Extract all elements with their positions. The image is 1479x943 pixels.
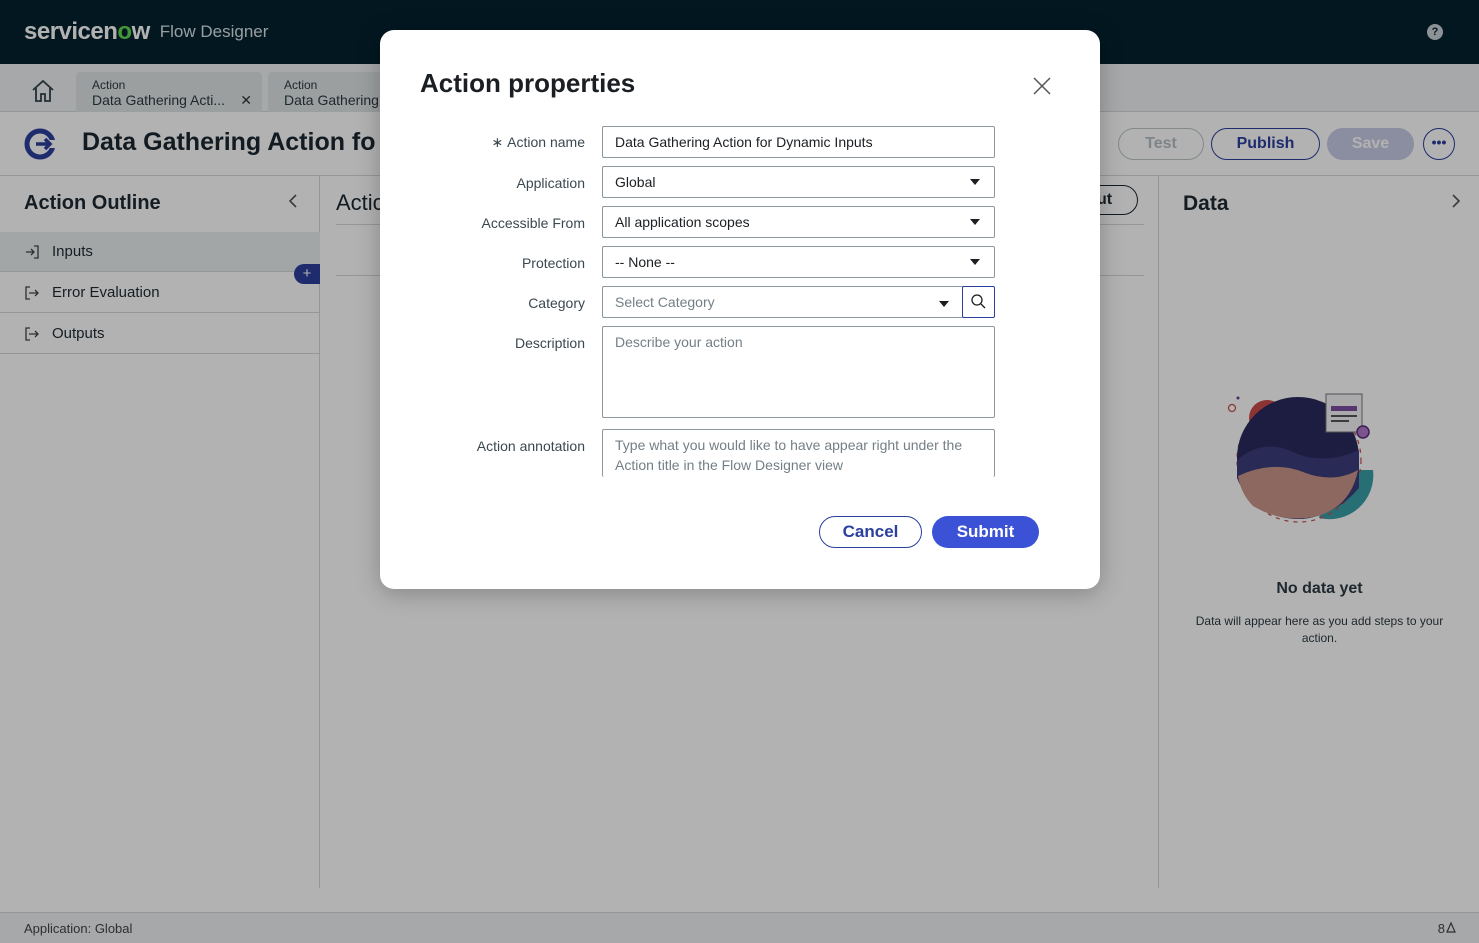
dialog-title: Action properties xyxy=(420,68,636,98)
annotation-label: Action annotation xyxy=(476,438,585,454)
protection-value: -- None -- xyxy=(615,254,675,270)
application-value: Global xyxy=(615,174,656,190)
chevron-down-icon xyxy=(970,219,980,225)
action-name-label-text: Action name xyxy=(507,134,585,150)
close-icon[interactable] xyxy=(1030,74,1054,98)
required-icon: ∗ xyxy=(491,134,504,150)
category-search-button[interactable] xyxy=(962,286,995,318)
action-properties-dialog: Action properties ∗ Action name Data Gath… xyxy=(380,30,1100,589)
application-select[interactable]: Global xyxy=(602,166,995,198)
cancel-button[interactable]: Cancel xyxy=(819,516,922,548)
annotation-textarea[interactable]: Type what you would like to have appear … xyxy=(602,429,995,477)
action-name-label: ∗ Action name xyxy=(491,134,585,151)
category-placeholder: Select Category xyxy=(615,294,715,310)
chevron-down-icon xyxy=(970,259,980,265)
action-name-field[interactable]: Data Gathering Action for Dynamic Inputs xyxy=(602,126,995,158)
search-icon xyxy=(971,294,986,309)
description-textarea[interactable]: Describe your action xyxy=(602,326,995,418)
protection-select[interactable]: -- None -- xyxy=(602,246,995,278)
category-select[interactable]: Select Category xyxy=(602,286,964,318)
protection-label: Protection xyxy=(521,255,585,271)
submit-button[interactable]: Submit xyxy=(932,516,1039,548)
chevron-down-icon xyxy=(970,179,980,185)
description-label: Description xyxy=(514,335,585,351)
category-label: Category xyxy=(528,295,585,311)
accessible-from-label: Accessible From xyxy=(481,215,585,231)
accessible-from-value: All application scopes xyxy=(615,214,750,230)
chevron-down-icon xyxy=(939,301,949,307)
application-label: Application xyxy=(516,175,586,191)
accessible-from-select[interactable]: All application scopes xyxy=(602,206,995,238)
